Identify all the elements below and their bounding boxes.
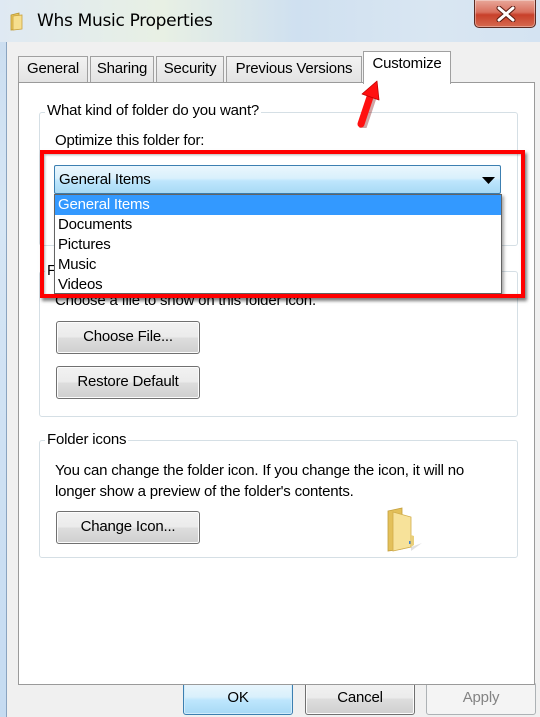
restore-default-button[interactable]: Restore Default xyxy=(56,366,200,399)
choose-file-button[interactable]: Choose File... xyxy=(56,321,200,354)
folder-type-group-label: What kind of folder do you want? xyxy=(45,102,262,119)
tab-security[interactable]: Security xyxy=(156,56,224,82)
folder-icon xyxy=(387,507,422,552)
tab-sharing[interactable]: Sharing xyxy=(90,56,154,82)
tab-label: Sharing xyxy=(96,60,148,77)
close-button[interactable] xyxy=(474,0,536,28)
change-icon-button[interactable]: Change Icon... xyxy=(56,511,200,544)
window-title: Whs Music Properties xyxy=(37,11,213,31)
folder-icons-group-label: Folder icons xyxy=(45,431,129,448)
folder-icon xyxy=(10,12,24,31)
apply-button[interactable]: Apply xyxy=(426,682,536,715)
tab-previous-versions[interactable]: Previous Versions xyxy=(226,56,362,82)
folder-icons-description-line2: longer show a preview of the folder's co… xyxy=(55,483,354,500)
properties-dialog: General Sharing Security Previous Versio… xyxy=(6,42,540,717)
tab-label: Security xyxy=(163,60,217,77)
tab-label: General xyxy=(27,60,79,77)
annotation-highlight-box xyxy=(40,150,525,298)
tab-label: Customize xyxy=(372,55,442,72)
cancel-button[interactable]: Cancel xyxy=(305,682,415,715)
close-icon xyxy=(496,6,516,22)
tab-general[interactable]: General xyxy=(18,56,88,82)
ok-button[interactable]: OK xyxy=(183,682,293,715)
title-bar[interactable]: Whs Music Properties xyxy=(0,0,540,42)
optimize-label: Optimize this folder for: xyxy=(55,132,205,149)
folder-icons-description-line1: You can change the folder icon. If you c… xyxy=(55,462,465,479)
tab-label: Previous Versions xyxy=(235,60,353,77)
annotation-arrow-icon xyxy=(357,80,380,128)
